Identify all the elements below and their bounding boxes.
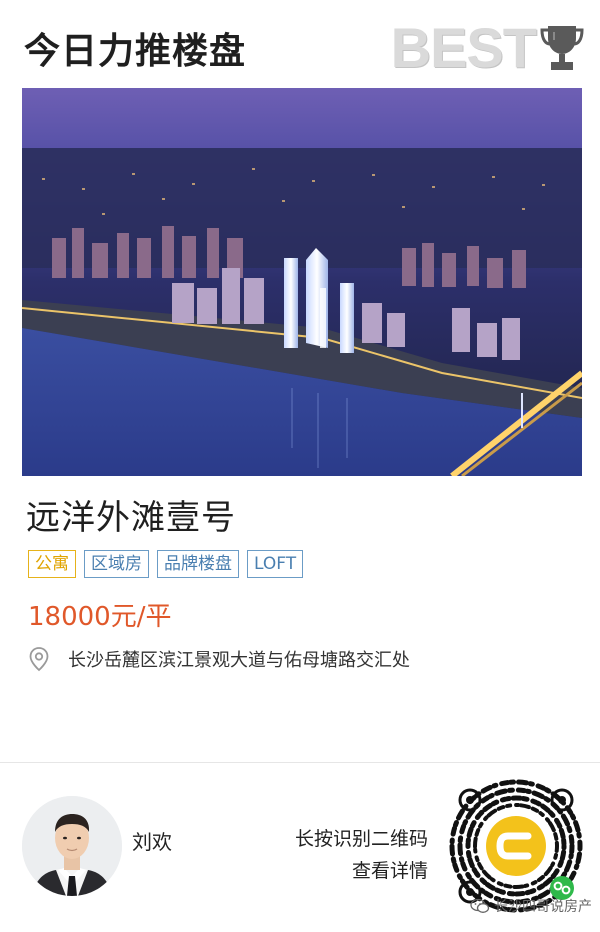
location-pin-icon bbox=[29, 647, 49, 672]
best-badge-text: BEST bbox=[390, 16, 537, 79]
tag-regional-housing[interactable]: 区域房 bbox=[84, 550, 149, 578]
tag-list: 公寓 区域房 品牌楼盘 LOFT bbox=[28, 550, 304, 578]
tag-loft[interactable]: LOFT bbox=[247, 550, 304, 578]
divider bbox=[0, 762, 600, 763]
agent-name: 刘欢 bbox=[132, 830, 172, 854]
project-name: 远洋外滩壹号 bbox=[26, 498, 236, 538]
address-text: 长沙岳麓区滨江景观大道与佑母塘路交汇处 bbox=[68, 650, 410, 671]
page-title: 今日力推楼盘 bbox=[24, 31, 247, 72]
tag-apartment[interactable]: 公寓 bbox=[28, 550, 76, 578]
watermark-text: 长沙四哥说房产 bbox=[494, 899, 592, 915]
avatar[interactable] bbox=[22, 796, 122, 896]
header: 今日力推楼盘 BEST bbox=[0, 0, 600, 88]
qr-hint-text: 长按识别二维码 bbox=[294, 828, 428, 850]
hero-image bbox=[22, 88, 582, 476]
tag-brand-development[interactable]: 品牌楼盘 bbox=[157, 550, 239, 578]
best-badge: BEST bbox=[391, 20, 584, 76]
wechat-icon bbox=[470, 898, 490, 913]
view-details-text: 查看详情 bbox=[351, 860, 428, 882]
trophy-icon bbox=[540, 26, 584, 70]
watermark: 长沙四哥说房产 bbox=[470, 896, 592, 916]
price: 18000元/平 bbox=[28, 602, 172, 632]
address-row[interactable]: 长沙岳麓区滨江景观大道与佑母塘路交汇处 bbox=[28, 646, 410, 672]
mini-program-qr-code[interactable] bbox=[446, 776, 586, 916]
